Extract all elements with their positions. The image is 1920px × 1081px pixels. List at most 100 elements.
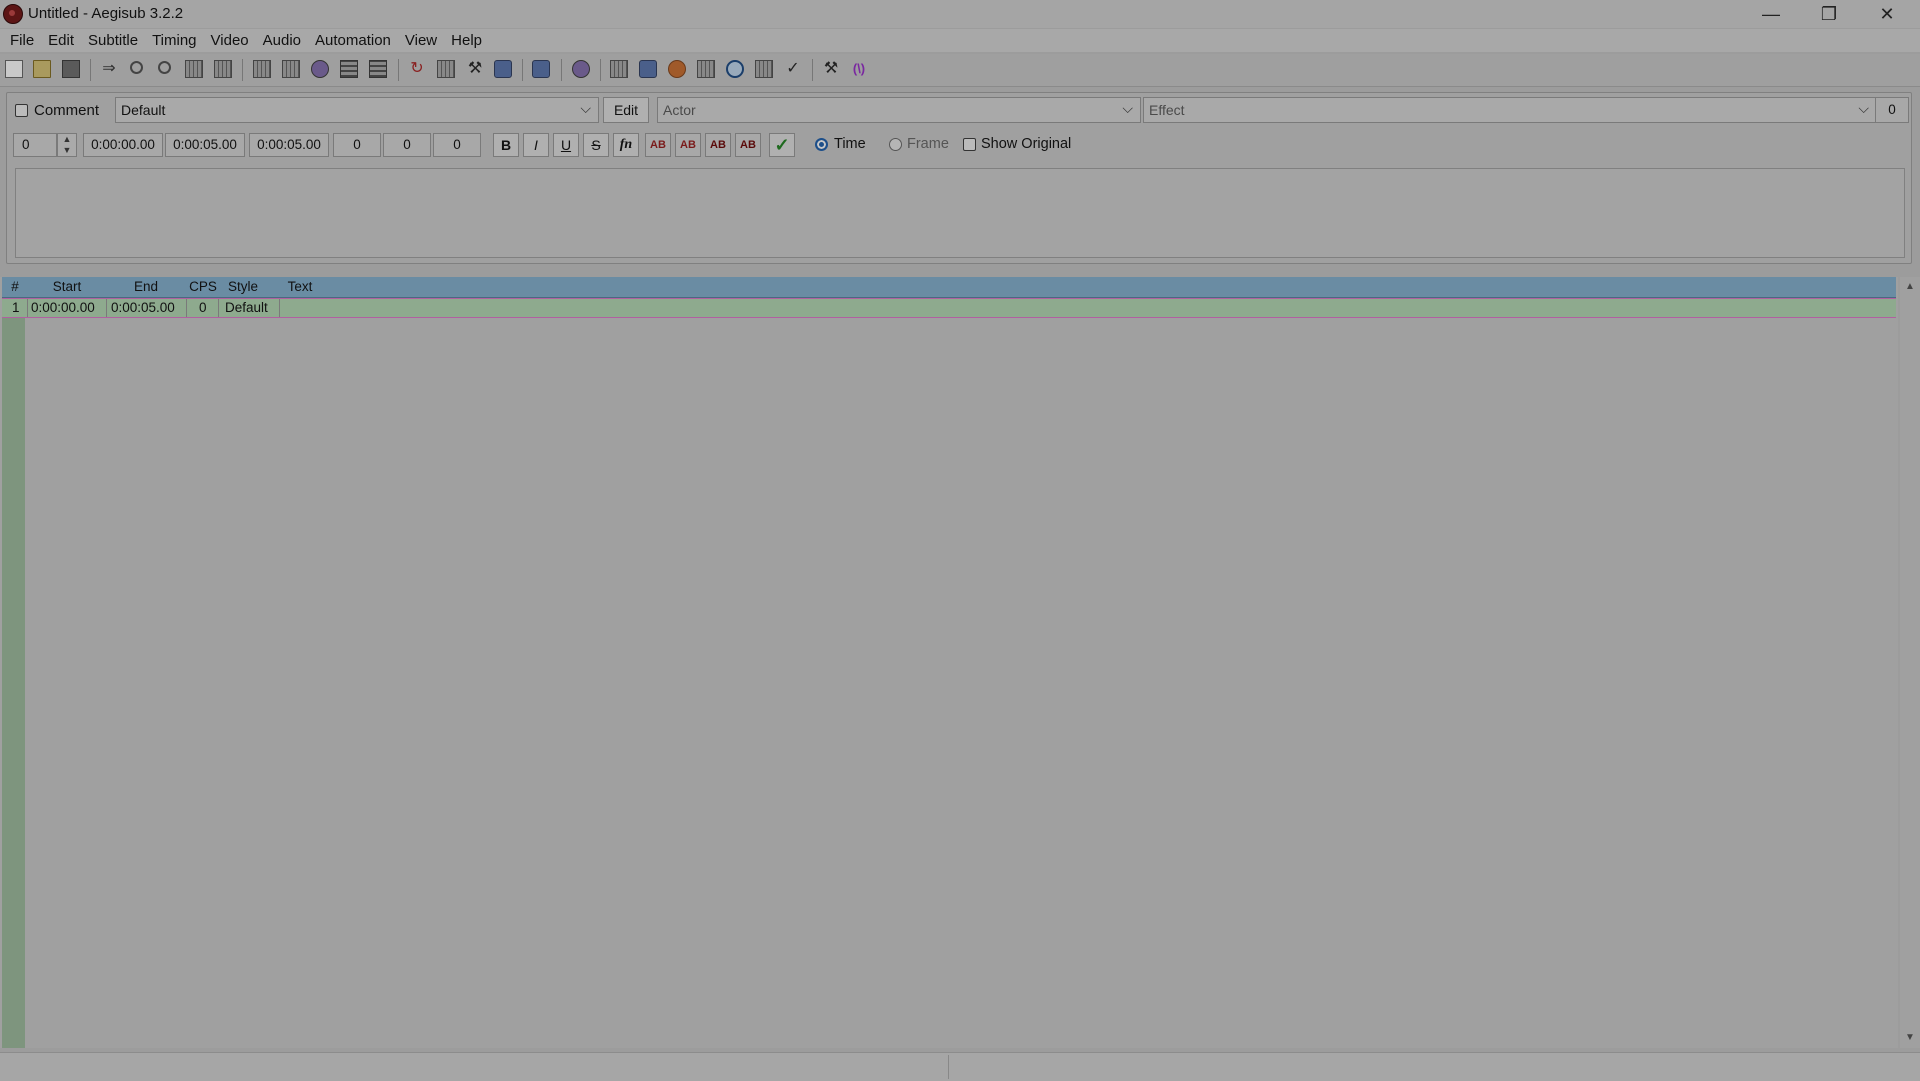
time-label: Time xyxy=(834,136,866,152)
toolbar-separator xyxy=(242,59,243,81)
options-tools-icon[interactable]: ⚒ xyxy=(822,60,840,78)
subtitle-edit-panel: Comment Default ⌵ Edit Actor ⌵ Effect ⌵ … xyxy=(6,92,1912,264)
margin-right-field[interactable]: 0 xyxy=(383,133,431,157)
end-time-field[interactable]: 0:00:05.00 xyxy=(165,133,245,157)
open-folder-icon[interactable] xyxy=(33,60,51,78)
menu-help[interactable]: Help xyxy=(445,29,490,52)
find-icon[interactable] xyxy=(130,61,143,74)
title-bar: Untitled - Aegisub 3.2.2 — ❐ ✕ xyxy=(0,0,1920,28)
minimize-button[interactable]: — xyxy=(1742,0,1800,28)
check-icon[interactable]: ✓ xyxy=(784,60,802,78)
menu-view[interactable]: View xyxy=(399,29,445,52)
column-style[interactable]: Style xyxy=(218,279,268,294)
menu-automation[interactable]: Automation xyxy=(309,29,399,52)
snap-icon[interactable] xyxy=(610,60,628,78)
style-select[interactable]: Default ⌵ xyxy=(115,97,599,123)
copy-icon[interactable] xyxy=(185,60,203,78)
kanji-timer-icon[interactable] xyxy=(697,60,715,78)
styles-icon[interactable] xyxy=(253,60,271,78)
cell-divider xyxy=(27,299,28,317)
duration-field[interactable]: 0:00:05.00 xyxy=(249,133,329,157)
save-floppy-icon[interactable] xyxy=(62,60,80,78)
toolbar-separator xyxy=(398,59,399,81)
scroll-up-icon[interactable]: ▲ xyxy=(1905,281,1915,292)
check-grid-icon[interactable] xyxy=(755,60,773,78)
comment-label: Comment xyxy=(34,102,100,119)
toolbar-separator xyxy=(522,59,523,81)
commit-check-icon[interactable]: ✓ xyxy=(769,133,795,157)
scroll-down-icon[interactable]: ▼ xyxy=(1905,1032,1915,1043)
edit-style-button[interactable]: Edit xyxy=(603,97,649,123)
show-original-checkbox[interactable] xyxy=(963,138,976,151)
translation-icon[interactable] xyxy=(437,60,455,78)
restore-button[interactable]: ❐ xyxy=(1800,0,1858,28)
shadow-color-button[interactable]: AB xyxy=(735,133,761,157)
effect-placeholder: Effect xyxy=(1149,102,1185,118)
primary-color-button[interactable]: AB xyxy=(645,133,671,157)
find-replace-icon[interactable] xyxy=(158,61,171,74)
timer-clock-icon[interactable] xyxy=(726,60,744,78)
row-number: 1 xyxy=(12,300,20,315)
spin-down-icon[interactable]: ▼ xyxy=(58,145,76,156)
layer-field[interactable]: 0 xyxy=(13,133,57,157)
cell-divider xyxy=(106,299,107,317)
column-end[interactable]: End xyxy=(106,279,186,294)
start-time-field[interactable]: 0:00:00.00 xyxy=(83,133,163,157)
menu-audio[interactable]: Audio xyxy=(257,29,309,52)
row-style: Default xyxy=(225,300,268,315)
menu-video[interactable]: Video xyxy=(205,29,257,52)
toolbar-separator xyxy=(600,59,601,81)
row-cps: 0 xyxy=(199,300,207,315)
close-button[interactable]: ✕ xyxy=(1858,0,1916,28)
strikeout-button[interactable]: S xyxy=(583,133,609,157)
jump-icon[interactable]: ⇒ xyxy=(100,60,118,78)
secondary-color-button[interactable]: AB xyxy=(675,133,701,157)
comment-checkbox[interactable] xyxy=(15,104,28,117)
effect-combo[interactable]: Effect ⌵ xyxy=(1143,97,1877,123)
paste-icon[interactable] xyxy=(214,60,232,78)
main-toolbar: ⇒ ↻ ⚒ ✓ ⚒ (\) xyxy=(0,54,1920,87)
menu-edit[interactable]: Edit xyxy=(42,29,82,52)
column-number[interactable]: # xyxy=(2,279,28,294)
menu-timing[interactable]: Timing xyxy=(146,29,204,52)
video-film-icon[interactable] xyxy=(369,60,387,78)
subtitle-text-editor[interactable] xyxy=(15,168,1905,258)
timing-shift-icon[interactable] xyxy=(532,60,550,78)
menu-subtitle[interactable]: Subtitle xyxy=(82,29,146,52)
macro-icon[interactable]: (\) xyxy=(850,60,868,78)
outline-color-button[interactable]: AB xyxy=(705,133,731,157)
spell-check-icon[interactable]: ⚒ xyxy=(466,60,484,78)
attachments-icon[interactable] xyxy=(311,60,329,78)
stop-icon[interactable] xyxy=(668,60,686,78)
cell-divider xyxy=(186,299,187,317)
automation-icon[interactable] xyxy=(494,60,512,78)
italic-button[interactable]: I xyxy=(523,133,549,157)
fonts-collector-icon[interactable] xyxy=(340,60,358,78)
status-bar xyxy=(0,1052,1920,1081)
chevron-down-icon: ⌵ xyxy=(1122,100,1133,116)
color-sphere-icon[interactable] xyxy=(572,60,590,78)
column-start[interactable]: Start xyxy=(28,279,106,294)
underline-button[interactable]: U xyxy=(553,133,579,157)
new-file-icon[interactable] xyxy=(5,60,23,78)
properties-icon[interactable] xyxy=(282,60,300,78)
layer-spinner[interactable]: ▲ ▼ xyxy=(57,133,77,157)
style-value: Default xyxy=(121,102,166,118)
grid-scrollbar[interactable]: ▲ ▼ xyxy=(1900,277,1920,1048)
bold-button[interactable]: B xyxy=(493,133,519,157)
column-text[interactable]: Text xyxy=(282,279,318,294)
time-radio[interactable] xyxy=(815,138,828,151)
cell-divider xyxy=(279,299,280,317)
actor-placeholder: Actor xyxy=(663,102,696,118)
column-cps[interactable]: CPS xyxy=(188,279,218,294)
visual-typesetting-icon[interactable] xyxy=(639,60,657,78)
margin-vertical-field[interactable]: 0 xyxy=(433,133,481,157)
table-row[interactable]: 1 0:00:00.00 0:00:05.00 0 Default xyxy=(2,298,1896,318)
spin-up-icon[interactable]: ▲ xyxy=(58,134,76,145)
actor-combo[interactable]: Actor ⌵ xyxy=(657,97,1141,123)
menu-file[interactable]: File xyxy=(4,29,42,52)
resample-icon[interactable]: ↻ xyxy=(408,60,426,78)
frame-radio[interactable] xyxy=(889,138,902,151)
margin-left-field[interactable]: 0 xyxy=(333,133,381,157)
font-button[interactable]: fn xyxy=(613,133,639,157)
